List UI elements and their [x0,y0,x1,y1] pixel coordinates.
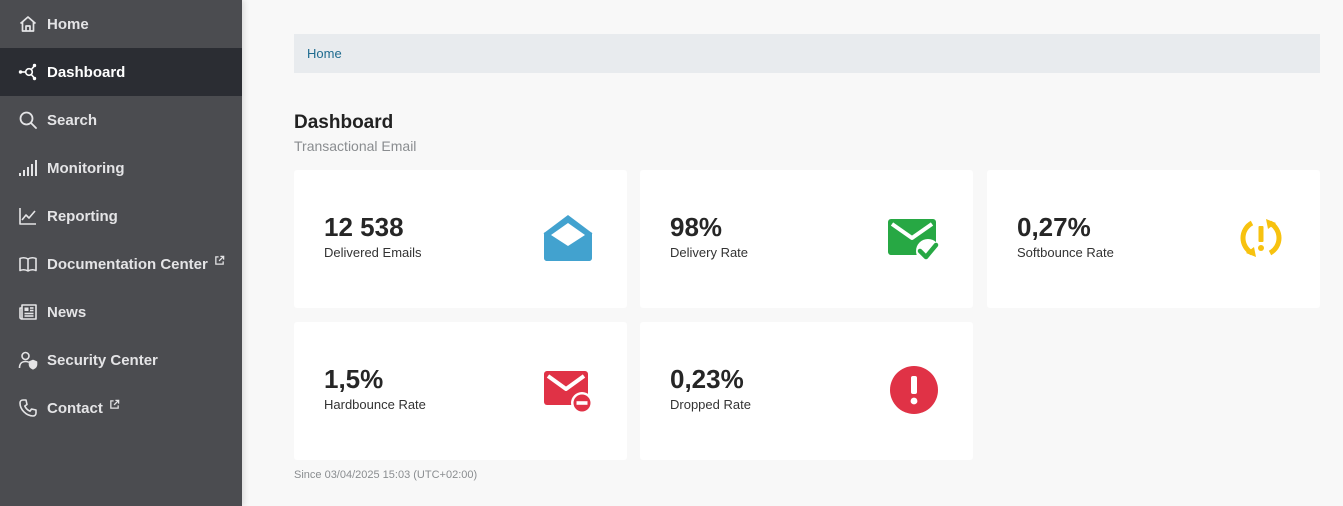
sidebar-item-label: Contact [47,399,103,417]
sidebar-item-label: News [47,303,87,321]
page-title: Dashboard [294,112,394,133]
stat-value: 12 538 [324,212,404,242]
stat-card-delivered-emails: 12 538 Delivered Emails [294,170,627,308]
sidebar-item-search[interactable]: Search [0,96,242,144]
sidebar-item-contact[interactable]: Contact [0,384,242,432]
sidebar-item-label: Security Center [47,351,158,369]
phone-icon [18,398,38,418]
sidebar-item-dashboard[interactable]: Dashboard [0,48,242,96]
external-link-icon [215,255,225,265]
sidebar-item-label: Documentation Center [47,255,208,273]
sidebar-item-news[interactable]: News [0,288,242,336]
main-content: Home Dashboard Transactional Email 12 53… [242,0,1343,506]
stat-card-delivery-rate: 98% Delivery Rate [640,170,973,308]
newspaper-icon [18,302,38,322]
sidebar-item-reporting[interactable]: Reporting [0,192,242,240]
sidebar-item-label: Reporting [47,207,118,225]
stat-label: Delivery Rate [670,245,749,260]
stat-card-dropped-rate: 0,23% Dropped Rate [640,322,973,460]
stat-value: 0,27% [1017,212,1091,242]
sync-alert-icon [1233,210,1289,266]
stat-value: 98% [670,212,723,242]
stat-label: Dropped Rate [670,397,751,412]
dashboard-icon [18,62,38,82]
signal-bars-icon [18,158,38,178]
envelope-check-icon [886,210,942,266]
sidebar: Home Dashboard Search Monitoring Reporti… [0,0,242,506]
stat-card-hardbounce-rate: 1,5% Hardbounce Rate [294,322,627,460]
stat-label: Softbounce Rate [1017,245,1114,260]
stat-card-softbounce-rate: 0,27% Softbounce Rate [987,170,1320,308]
sidebar-item-home[interactable]: Home [0,0,242,48]
envelope-open-icon [540,210,596,266]
breadcrumb: Home [294,34,1320,73]
stat-label: Hardbounce Rate [324,397,426,412]
home-icon [18,14,38,34]
stat-value: 1,5% [324,364,384,394]
breadcrumb-home-link[interactable]: Home [307,46,342,61]
external-link-icon [110,399,120,409]
exclamation-circle-icon [886,362,942,418]
sidebar-item-label: Dashboard [47,63,126,81]
since-timestamp: Since 03/04/2025 15:03 (UTC+02:00) [294,469,478,481]
line-chart-icon [18,206,38,226]
sidebar-item-label: Monitoring [47,159,125,177]
sidebar-item-documentation-center[interactable]: Documentation Center [0,240,242,288]
search-icon [18,110,38,130]
user-shield-icon [18,350,38,370]
sidebar-item-label: Home [47,15,89,33]
page-subtitle: Transactional Email [294,138,417,154]
sidebar-item-label: Search [47,111,98,129]
book-icon [18,254,38,274]
stat-label: Delivered Emails [324,245,422,260]
sidebar-item-monitoring[interactable]: Monitoring [0,144,242,192]
sidebar-item-security-center[interactable]: Security Center [0,336,242,384]
stat-value: 0,23% [670,364,744,394]
envelope-minus-icon [540,362,596,418]
